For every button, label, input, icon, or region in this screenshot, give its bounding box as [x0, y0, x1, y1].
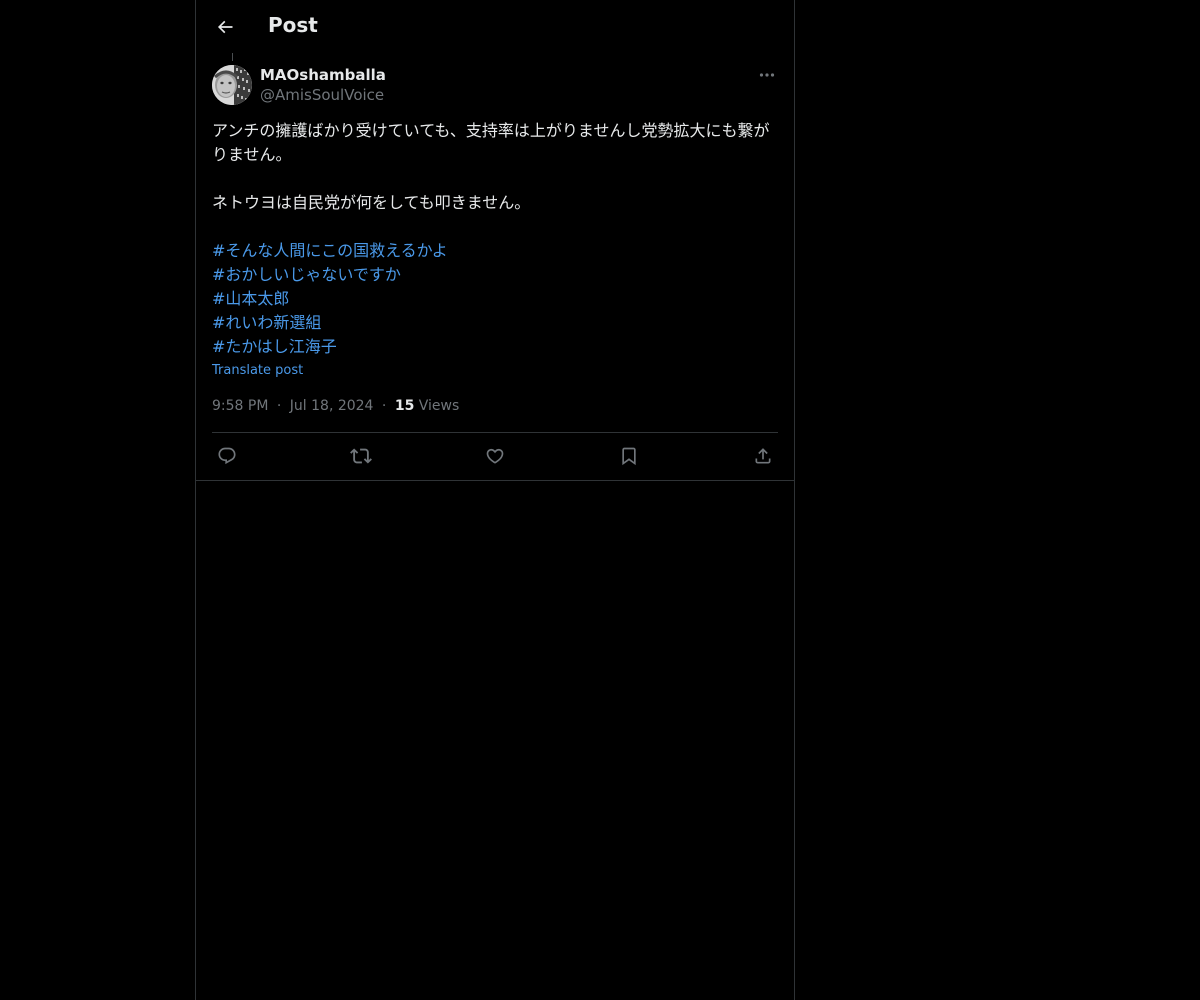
share-icon — [753, 446, 773, 466]
repost-button[interactable] — [346, 441, 376, 471]
heart-icon — [485, 446, 505, 466]
more-horizontal-icon — [759, 72, 775, 78]
post-author: MAOshamballa @AmisSoulVoice — [212, 65, 778, 109]
hashtag-link[interactable]: #たかはし江海子 — [212, 335, 778, 359]
bookmark-icon — [619, 446, 639, 466]
avatar[interactable] — [212, 65, 252, 105]
views-count: 15 — [394, 398, 415, 414]
header: Post — [196, 0, 794, 53]
reply-icon — [217, 446, 237, 466]
author-name[interactable]: MAOshamballa — [260, 65, 386, 85]
like-button[interactable] — [480, 441, 510, 471]
reply-button[interactable] — [212, 441, 242, 471]
action-bar — [212, 441, 778, 471]
divider — [212, 432, 778, 433]
bookmark-button[interactable] — [614, 441, 644, 471]
post-time[interactable]: 9:58 PM — [212, 398, 268, 414]
back-button[interactable] — [208, 10, 242, 44]
arrow-left-icon — [215, 17, 235, 37]
post-metadata: 9:58 PM · Jul 18, 2024 · 15 Views — [212, 396, 459, 416]
meta-separator: · — [381, 398, 387, 414]
post-bottom-border — [196, 480, 794, 481]
post-paragraph: ネトウヨは自民党が何をしても叩きません。 — [212, 193, 531, 212]
post-paragraph: アンチの擁護ばかり受けていても、支持率は上がりませんし党勢拡大にも繋がりません。 — [212, 121, 770, 164]
meta-separator: · — [276, 398, 282, 414]
views-label: Views — [418, 398, 460, 414]
post-date[interactable]: Jul 18, 2024 — [290, 398, 374, 414]
hashtag-link[interactable]: #山本太郎 — [212, 287, 778, 311]
main-column: Post MAOshamballa @AmisSoulVoice アンチの擁護ば… — [195, 0, 795, 1000]
post-text: アンチの擁護ばかり受けていても、支持率は上がりませんし党勢拡大にも繋がりません。… — [212, 119, 778, 381]
hashtag-link[interactable]: #れいわ新選組 — [212, 311, 778, 335]
translate-post-link[interactable]: Translate post — [212, 361, 778, 381]
author-handle[interactable]: @AmisSoulVoice — [260, 85, 384, 105]
hashtag-link[interactable]: #おかしいじゃないですか — [212, 263, 778, 287]
hashtag-link[interactable]: #そんな人間にこの国救えるかよ — [212, 239, 778, 263]
more-options-button[interactable] — [756, 65, 778, 85]
thread-connector-line — [232, 53, 233, 61]
page-title: Post — [268, 13, 318, 37]
repost-icon — [350, 445, 372, 467]
share-button[interactable] — [748, 441, 778, 471]
